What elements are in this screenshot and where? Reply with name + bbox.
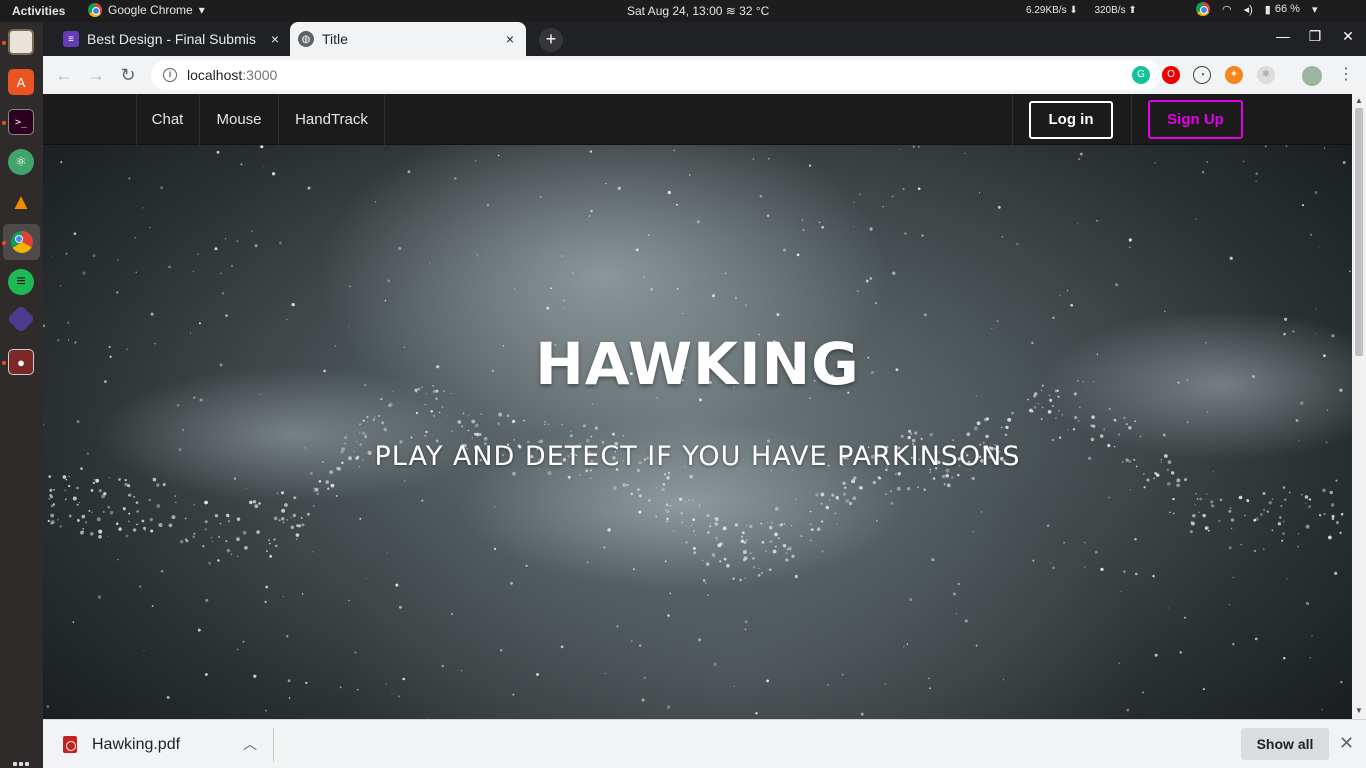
signup-button[interactable]: Sign Up [1148, 100, 1243, 139]
chrome-icon [88, 3, 102, 17]
scroll-down-icon[interactable]: ▼ [1352, 706, 1366, 715]
clock[interactable]: Sat Aug 24, 13:00 ≋ 32 °C [627, 4, 769, 18]
opera-extension-icon[interactable]: O [1162, 66, 1180, 84]
battery-icon: ▮ [1264, 3, 1271, 16]
speed-extension-icon[interactable]: ◔ [1193, 66, 1211, 84]
running-indicator [2, 241, 6, 245]
clock-text: Sat Aug 24, 13:00 [627, 4, 723, 18]
chrome-tray-icon[interactable] [1196, 2, 1210, 16]
page-scrollbar[interactable]: ▲ ▼ [1352, 94, 1366, 719]
scroll-up-icon[interactable]: ▲ [1352, 96, 1366, 105]
system-tray[interactable]: ◠ ◂) ▮ 66 % ▾ [1196, 2, 1317, 16]
chrome-icon [10, 231, 33, 253]
weather-text: 32 °C [739, 4, 770, 18]
running-indicator [2, 361, 6, 365]
shelf-divider [273, 728, 274, 762]
download-file-name[interactable]: Hawking.pdf [92, 736, 180, 754]
chrome-dock-item[interactable] [3, 224, 40, 260]
grammarly-extension-icon[interactable]: G [1132, 66, 1150, 84]
forward-icon[interactable]: → [85, 64, 107, 86]
pdf-file-icon [63, 736, 77, 753]
net-up-text: 320B/s [1094, 5, 1126, 16]
software-center-icon[interactable]: A [8, 69, 34, 95]
nav-link-chat[interactable]: Chat [136, 94, 200, 145]
power-menu-icon: ▾ [1311, 3, 1318, 16]
address-bar[interactable]: i localhost:3000 ☆ [151, 60, 1161, 90]
metamask-extension-icon[interactable]: ✦ [1225, 66, 1243, 84]
files-icon[interactable] [8, 29, 34, 55]
atom-icon[interactable]: ⚛ [8, 149, 34, 175]
vlc-icon[interactable]: ▲ [8, 189, 34, 215]
nav-link-handtrack[interactable]: HandTrack [279, 94, 385, 145]
os-top-bar: Activities Google Chrome ▾ Sat Aug 24, 1… [0, 0, 1366, 22]
chevron-up-icon[interactable]: ︿ [243, 734, 257, 754]
network-speed: 6.29KB/s ⬇ 320B/s ⬆ [1026, 5, 1137, 16]
download-shelf: Hawking.pdf ︿ Show all ✕ [43, 719, 1366, 768]
hero-subtitle: PLAY AND DETECT IF YOU HAVE PARKINSONS [374, 441, 1021, 472]
close-tab-icon[interactable]: × [500, 31, 520, 47]
tab-title: Best Design - Final Submis [87, 31, 256, 47]
react-devtools-icon[interactable]: ⚛ [1257, 66, 1275, 84]
tab-best-design[interactable]: ≡ Best Design - Final Submis × [55, 22, 291, 56]
running-indicator [2, 41, 6, 45]
tab-title-active[interactable]: ◍ Title × [290, 22, 526, 56]
browser-toolbar: ← → ↻ i localhost:3000 ☆ G O ◔ ✦ ⚛ ⋮ [43, 56, 1366, 94]
menu-kebab-icon[interactable]: ⋮ [1335, 64, 1357, 86]
app-name: Google Chrome [108, 3, 193, 17]
url-host: localhost [187, 67, 243, 83]
new-tab-button[interactable]: + [539, 28, 563, 52]
hero-title: HAWKING [535, 330, 860, 398]
nav-divider [1012, 94, 1013, 145]
page-viewport: Chat Mouse HandTrack Log in Sign Up HAWK… [43, 94, 1366, 719]
maximize-icon[interactable]: ❐ [1305, 28, 1325, 45]
down-arrow-icon: ⬇ [1069, 5, 1092, 16]
particle-background [43, 145, 1351, 719]
app-menu[interactable]: Google Chrome ▾ [88, 3, 205, 17]
profile-avatar[interactable] [1302, 66, 1322, 86]
forms-favicon-icon: ≡ [63, 31, 79, 47]
up-arrow-icon: ⬆ [1128, 5, 1137, 16]
kdenlive-icon[interactable] [6, 304, 36, 334]
wifi-icon: ◠ [1222, 3, 1232, 16]
hero-section: HAWKING PLAY AND DETECT IF YOU HAVE PARK… [43, 145, 1352, 719]
show-applications-icon[interactable] [13, 762, 29, 768]
screen-recorder-icon[interactable]: ● [8, 349, 34, 375]
net-down-text: 6.29KB/s [1026, 5, 1067, 16]
chevron-down-icon: ▾ [198, 3, 205, 17]
info-icon[interactable]: i [163, 68, 177, 82]
volume-icon: ◂) [1243, 3, 1253, 16]
reload-icon[interactable]: ↻ [117, 64, 139, 86]
scrollbar-thumb[interactable] [1355, 108, 1363, 356]
globe-icon: ◍ [298, 31, 314, 47]
show-all-button[interactable]: Show all [1241, 728, 1329, 760]
tab-title: Title [322, 31, 348, 47]
site-navbar: Chat Mouse HandTrack Log in Sign Up [43, 94, 1352, 145]
activities-button[interactable]: Activities [12, 4, 65, 18]
close-window-icon[interactable]: ✕ [1338, 28, 1358, 45]
close-shelf-icon[interactable]: ✕ [1339, 733, 1354, 754]
spotify-icon[interactable]: ≡ [8, 269, 34, 295]
login-button[interactable]: Log in [1029, 101, 1113, 139]
dock: A >_ ⚛ ▲ ≡ ● [0, 22, 43, 768]
tab-strip: ≡ Best Design - Final Submis × ◍ Title ×… [43, 22, 1366, 56]
terminal-icon[interactable]: >_ [8, 109, 34, 135]
nav-divider [1131, 94, 1132, 145]
close-tab-icon[interactable]: × [265, 31, 285, 47]
weather-icon: ≋ [725, 4, 740, 18]
running-indicator [2, 121, 6, 125]
minimize-icon[interactable]: — [1273, 28, 1293, 44]
battery-text: 66 % [1274, 3, 1300, 15]
back-icon[interactable]: ← [53, 64, 75, 86]
nav-link-mouse[interactable]: Mouse [200, 94, 279, 145]
url-port: :3000 [242, 67, 278, 83]
